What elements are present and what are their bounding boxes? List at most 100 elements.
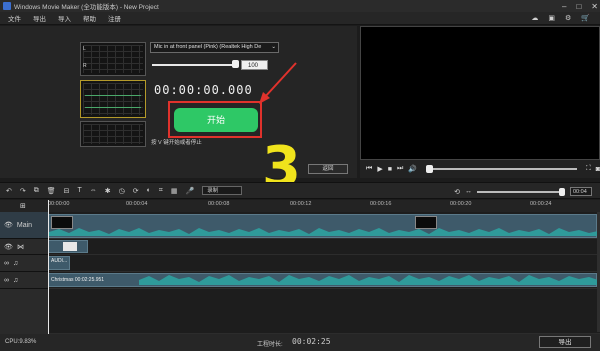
rotate-icon[interactable]: ⟳ <box>133 187 139 195</box>
music-clip[interactable]: Christmas 00:02:25.951 <box>48 273 598 287</box>
cloud-icon[interactable]: ☁ <box>531 14 538 22</box>
link-icon[interactable]: ∞ <box>4 277 9 284</box>
ruler-tick: 00:00:20 <box>450 201 472 207</box>
record-select[interactable]: 录制 <box>202 186 243 195</box>
menu-bar: 文件 导出 导入 帮助 注册 ☁ ▣ ⚙ 🛒 <box>0 12 600 25</box>
menu-export[interactable]: 导出 <box>33 13 46 23</box>
fullscreen-icon[interactable]: ⛶ <box>586 165 591 173</box>
record-hint: 按 V 键开始或者停止 <box>151 140 202 146</box>
track-header-audio[interactable]: ∞ ♫ <box>0 255 48 272</box>
fit-icon[interactable]: ↔ <box>465 188 472 195</box>
transition-icon[interactable]: ⋈ <box>17 243 24 251</box>
redo-icon[interactable]: ↷ <box>20 187 26 195</box>
color-icon[interactable]: ◐ <box>147 187 151 194</box>
track-label: Main <box>16 221 33 229</box>
meter-right-label: R <box>83 63 87 69</box>
ruler-tick: 00:00:24 <box>530 201 552 207</box>
audio-meter: L R <box>80 42 146 76</box>
ruler-corner: ⊞ <box>0 200 48 212</box>
track-header-overlay[interactable]: 👁 ⋈ <box>0 239 48 255</box>
add-track-icon[interactable]: ⊞ <box>20 202 26 210</box>
volume-icon[interactable]: 🔊 <box>408 165 417 173</box>
stop-icon[interactable]: ■ <box>388 166 392 173</box>
mosaic-icon[interactable]: ▦ <box>171 187 178 195</box>
video-clip[interactable] <box>48 214 598 238</box>
undo-icon[interactable]: ↶ <box>6 187 12 195</box>
track-empty <box>48 289 600 334</box>
copy-icon[interactable]: ⧉ <box>34 187 39 195</box>
skip-back-icon[interactable]: ⏮ <box>366 165 372 173</box>
music-waveform <box>139 275 598 285</box>
clip-waveform <box>49 228 598 236</box>
meter-left-label: L <box>83 46 86 52</box>
menu-import[interactable]: 导入 <box>58 13 71 23</box>
split-icon[interactable]: ⊟ <box>64 187 70 195</box>
window-title: Windows Movie Maker (全功能版本) - New Projec… <box>14 4 159 11</box>
play-icon[interactable]: ▶ <box>377 165 382 173</box>
record-timer: 00:00:00.000 <box>154 83 253 97</box>
audio-clip[interactable]: AUDI... <box>48 256 70 270</box>
zoom-slider[interactable] <box>477 187 565 196</box>
ruler-tick: 00:00:00 <box>48 201 70 207</box>
timeline-playhead[interactable] <box>48 200 49 334</box>
close-icon[interactable]: ✕ <box>591 2 598 11</box>
music-note-icon[interactable]: ♫ <box>13 277 18 284</box>
status-bar: CPU:9.83% 工程时长: 00:02:25 导出 <box>0 334 600 351</box>
settings-icon[interactable]: ⚙ <box>565 14 571 22</box>
audio-clip-label: AUDI... <box>51 258 68 264</box>
menu-register[interactable]: 注册 <box>108 13 121 23</box>
speed-icon[interactable]: ◷ <box>119 187 125 195</box>
eye-icon[interactable]: 👁 <box>4 243 13 251</box>
effect-icon[interactable]: ✱ <box>105 187 111 195</box>
volume-slider[interactable] <box>152 64 236 66</box>
preview-controls: ⏮ ▶ ■ ⏭ 🔊 ⛶ ◙ <box>360 160 600 178</box>
timeline-toolbar: ↶ ↷ ⧉ 🗑 ⊟ T ⇔ ✱ ◷ ⟳ ◐ ⌗ ▦ 🎤 录制 ⟲ ↔ 00:04 <box>0 182 600 199</box>
project-duration: 00:02:25 <box>292 337 331 346</box>
text-icon[interactable]: T <box>78 187 82 194</box>
track-overlay[interactable] <box>48 239 600 255</box>
preview-seek-bar[interactable] <box>425 165 577 173</box>
chevron-down-icon: ⌄ <box>271 44 276 50</box>
track-header-main[interactable]: 👁 Main <box>0 212 48 239</box>
refresh-icon[interactable]: ⟲ <box>454 188 460 196</box>
cart-icon[interactable]: 🛒 <box>581 14 590 22</box>
ruler-tick: 00:00:12 <box>290 201 312 207</box>
mic-icon[interactable]: 🎤 <box>185 187 194 195</box>
window-controls: – □ ✕ <box>562 0 598 12</box>
eye-icon[interactable]: 👁 <box>4 221 13 229</box>
input-device-select[interactable]: Mic in at front panel (Pink) (Realtek Hi… <box>150 42 279 53</box>
maximize-icon[interactable]: □ <box>576 2 581 11</box>
video-preview <box>360 26 600 160</box>
menu-right-icons: ☁ ▣ ⚙ 🛒 <box>531 14 590 22</box>
zoom-controls: ⟲ ↔ 00:04 <box>454 187 592 196</box>
camera-icon[interactable]: ◙ <box>596 166 600 173</box>
delete-icon[interactable]: 🗑 <box>47 187 56 195</box>
track-header-empty <box>0 289 48 334</box>
level-meter <box>80 121 146 147</box>
minimize-icon[interactable]: – <box>562 2 566 11</box>
transition-icon[interactable]: ⇔ <box>90 187 97 194</box>
overlay-clip[interactable] <box>48 240 88 253</box>
export-button[interactable]: 导出 <box>539 336 591 348</box>
volume-slider-thumb[interactable] <box>232 60 239 68</box>
skip-forward-icon[interactable]: ⏭ <box>397 165 403 173</box>
annotation-highlight-box <box>168 101 262 138</box>
menu-help[interactable]: 帮助 <box>83 13 96 23</box>
crop-icon[interactable]: ⌗ <box>159 187 163 195</box>
duration-label: 工程时长: <box>257 342 283 348</box>
app-logo-icon <box>3 2 11 10</box>
clip-thumbnail <box>63 242 77 251</box>
track-header-music[interactable]: ∞ ♫ <box>0 272 48 289</box>
ruler-tick: 00:00:08 <box>208 201 230 207</box>
track-audio[interactable] <box>48 255 600 272</box>
zoom-value[interactable]: 00:04 <box>570 187 592 196</box>
menu-file[interactable]: 文件 <box>8 13 21 23</box>
save-icon[interactable]: ▣ <box>548 14 555 22</box>
cpu-usage: CPU:9.83% <box>5 339 37 345</box>
annotation-arrow-icon <box>259 62 297 104</box>
timeline-ruler[interactable]: 00:00:00 00:00:04 00:00:08 00:00:12 00:0… <box>48 200 600 212</box>
back-button[interactable]: 返回 <box>308 164 348 174</box>
link-icon[interactable]: ∞ <box>4 260 9 267</box>
ruler-tick: 00:00:16 <box>370 201 392 207</box>
music-note-icon[interactable]: ♫ <box>13 260 18 267</box>
